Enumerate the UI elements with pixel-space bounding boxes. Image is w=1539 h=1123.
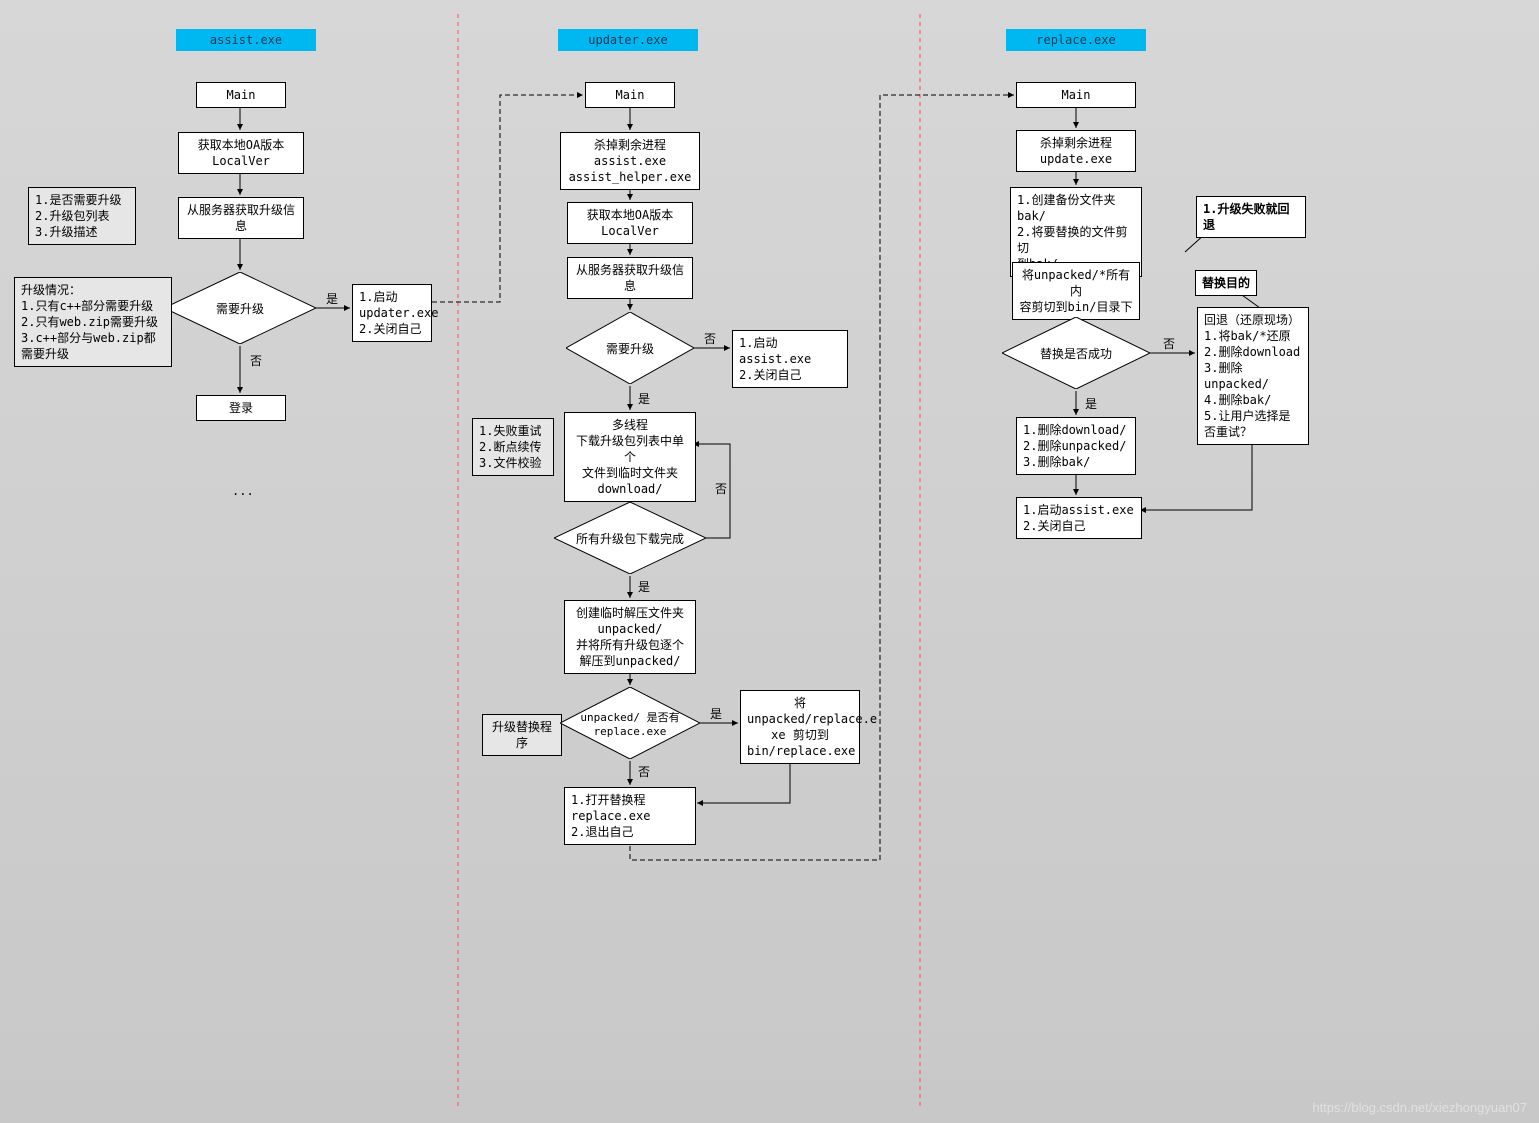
assist-main: Main xyxy=(196,82,286,108)
replace-ok-label: 替换是否成功 xyxy=(1002,317,1150,389)
updater-note-download: 1.失败重试 2.断点续传 3.文件校验 xyxy=(472,418,554,476)
updater-kill: 杀掉剩余进程 assist.exe assist_helper.exe xyxy=(560,132,700,190)
updater-alldone-yes: 是 xyxy=(638,578,650,595)
replace-clean: 1.删除download/ 2.删除unpacked/ 3.删除bak/ xyxy=(1016,417,1136,475)
updater-need-label: 需要升级 xyxy=(566,312,694,384)
assist-need-label: 需要升级 xyxy=(164,272,316,344)
updater-has-replace-label: unpacked/ 是否有 replace.exe xyxy=(560,687,700,759)
header-updater-label: updater.exe xyxy=(588,33,667,47)
updater-need-upgrade: 需要升级 xyxy=(566,312,694,384)
updater-note-replace: 升级替换程序 xyxy=(482,714,562,756)
updater-has-replace: unpacked/ 是否有 replace.exe xyxy=(560,687,700,759)
updater-yes-label: 是 xyxy=(638,390,650,407)
assist-need-upgrade: 需要升级 xyxy=(164,272,316,344)
updater-all-done: 所有升级包下载完成 xyxy=(554,502,706,574)
replace-ok: 替换是否成功 xyxy=(1002,317,1150,389)
replace-ok-no: 否 xyxy=(1163,335,1175,352)
replace-kill: 杀掉剩余进程 update.exe xyxy=(1016,130,1136,172)
assist-no-label: 否 xyxy=(250,352,262,369)
updater-open-replace: 1.打开替换程replace.exe 2.退出自己 xyxy=(564,787,696,845)
replace-move: 将unpacked/*所有内 容剪切到bin/目录下 xyxy=(1012,262,1140,320)
assist-yes-label: 是 xyxy=(326,290,338,307)
assist-dots: ... xyxy=(232,484,254,498)
assist-getver: 获取本地OA版本 LocalVer xyxy=(178,132,304,174)
replace-ok-yes: 是 xyxy=(1085,395,1097,412)
updater-all-done-label: 所有升级包下载完成 xyxy=(554,502,706,574)
updater-no-need-box: 1.启动assist.exe 2.关闭自己 xyxy=(732,330,848,388)
updater-no-label: 否 xyxy=(704,330,716,347)
assist-start-updater: 1.启动 updater.exe 2.关闭自己 xyxy=(352,284,432,342)
replace-main: Main xyxy=(1016,82,1136,108)
updater-download: 多线程 下载升级包列表中单个 文件到临时文件夹 download/ xyxy=(564,412,696,502)
watermark: https://blog.csdn.net/xiezhongyuan07 xyxy=(1312,1100,1527,1115)
assist-note-cases: 升级情况： 1.只有c++部分需要升级 2.只有web.zip需要升级 3.c+… xyxy=(14,277,172,367)
assist-login: 登录 xyxy=(196,395,286,421)
assist-fetch: 从服务器获取升级信 息 xyxy=(178,197,304,239)
header-updater: updater.exe xyxy=(558,29,698,51)
updater-has-yes: 是 xyxy=(710,705,722,722)
updater-fetch: 从服务器获取升级信 息 xyxy=(567,257,693,299)
header-replace: replace.exe xyxy=(1006,29,1146,51)
replace-restart: 1.启动assist.exe 2.关闭自己 xyxy=(1016,497,1142,539)
updater-getver: 获取本地OA版本 LocalVer xyxy=(567,202,693,244)
header-replace-label: replace.exe xyxy=(1036,33,1115,47)
header-assist: assist.exe xyxy=(176,29,316,51)
replace-callout-fail: 1.升级失败就回退 xyxy=(1196,196,1306,238)
updater-alldone-no: 否 xyxy=(715,480,727,497)
replace-callout-goal: 替换目的 xyxy=(1195,270,1257,296)
updater-has-no: 否 xyxy=(638,763,650,780)
assist-note-check: 1.是否需要升级 2.升级包列表 3.升级描述 xyxy=(28,187,136,245)
updater-move-replace: 将 unpacked/replace.e xe 剪切到 bin/replace.… xyxy=(740,690,860,764)
header-assist-label: assist.exe xyxy=(210,33,282,47)
updater-main: Main xyxy=(585,82,675,108)
updater-unpack: 创建临时解压文件夹 unpacked/ 并将所有升级包逐个 解压到unpacke… xyxy=(564,600,696,674)
replace-rollback: 回退（还原现场） 1.将bak/*还原 2.删除download 3.删除unp… xyxy=(1197,307,1309,445)
